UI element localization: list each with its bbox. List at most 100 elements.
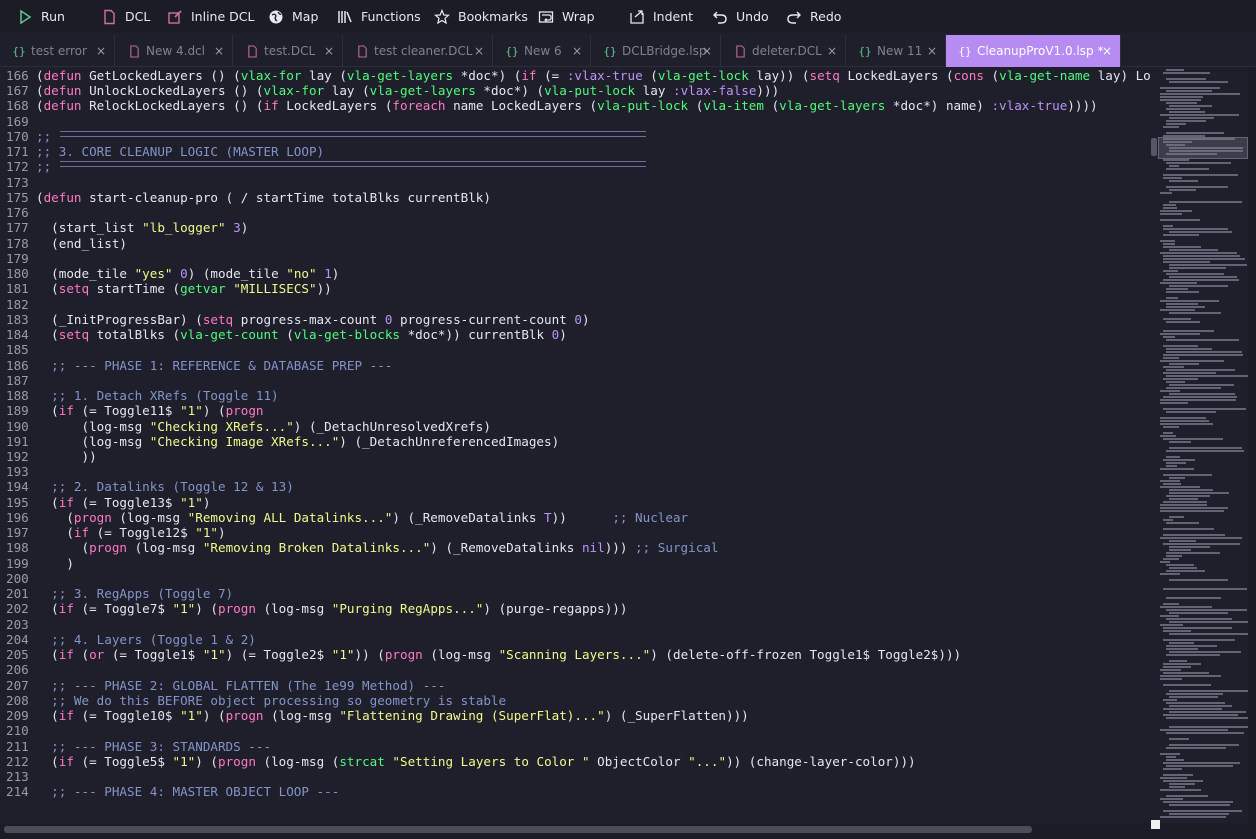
code-braces-icon: {} bbox=[12, 44, 26, 58]
code-line[interactable]: 202 (if (= Toggle7$ "1") (progn (log-msg… bbox=[0, 601, 627, 616]
code-line[interactable]: 172;; bbox=[0, 159, 59, 174]
close-icon[interactable]: × bbox=[702, 44, 712, 58]
minimap-line bbox=[1160, 798, 1183, 800]
code-line[interactable]: 199 ) bbox=[0, 556, 74, 571]
minimap-line bbox=[1163, 603, 1179, 605]
code-line[interactable]: 189 (if (= Toggle11$ "1") (progn bbox=[0, 403, 264, 418]
code-line[interactable]: 185 bbox=[0, 342, 36, 357]
code-line[interactable]: 209 (if (= Toggle10$ "1") (progn (log-ms… bbox=[0, 708, 749, 723]
code-line[interactable]: 182 bbox=[0, 297, 36, 312]
tab-test-error[interactable]: {} test error × bbox=[0, 35, 115, 67]
code-line[interactable]: 180 (mode_tile "yes" 0) (mode_tile "no" … bbox=[0, 266, 339, 281]
code-line[interactable]: 197 (if (= Toggle12$ "1") bbox=[0, 525, 226, 540]
code-line[interactable]: 195 (if (= Toggle13$ "1") bbox=[0, 495, 210, 510]
code-line[interactable]: 166 (defun GetLockedLayers () (vlax-for l… bbox=[0, 68, 1151, 83]
minimap[interactable] bbox=[1158, 67, 1248, 823]
code-line[interactable]: 207 ;; --- PHASE 2: GLOBAL FLATTEN (The … bbox=[0, 678, 445, 693]
vertical-scroll-thumb[interactable] bbox=[1151, 138, 1157, 156]
tab-new-11[interactable]: {} New 11 × bbox=[846, 35, 946, 67]
minimap-line bbox=[1163, 174, 1238, 176]
wrap-button[interactable]: Wrap bbox=[529, 0, 603, 33]
tab-dclbridge-lsp[interactable]: {} DCLBridge.lsp × bbox=[591, 35, 721, 67]
tab-test-dcl[interactable]: test.DCL × bbox=[233, 35, 343, 67]
tab-bar: {} test error × New 4.dcl × test.DCL × test cle… bbox=[0, 35, 1256, 67]
code-line[interactable]: 181 (setq startTime (getvar "MILLISECS")… bbox=[0, 281, 332, 296]
code-line[interactable]: 188 ;; 1. Detach XRefs (Toggle 11) bbox=[0, 388, 279, 403]
horizontal-scroll-thumb[interactable] bbox=[4, 826, 1032, 833]
code-line[interactable]: 194 ;; 2. Datalinks (Toggle 12 & 13) bbox=[0, 479, 294, 494]
code-line[interactable]: 201 ;; 3. RegApps (Toggle 7) bbox=[0, 586, 233, 601]
undo-button[interactable]: Undo bbox=[703, 0, 777, 33]
minimap-line bbox=[1163, 426, 1179, 428]
code-line[interactable]: 179 bbox=[0, 251, 36, 266]
code-line[interactable]: 169 bbox=[0, 114, 36, 129]
code-line[interactable]: 203 bbox=[0, 617, 36, 632]
close-icon[interactable]: × bbox=[474, 44, 484, 58]
code-line[interactable]: 176 bbox=[0, 205, 36, 220]
close-icon[interactable]: × bbox=[96, 44, 106, 58]
code-line[interactable]: 183 (_InitProgressBar) (setq progress-ma… bbox=[0, 312, 590, 327]
minimap-line bbox=[1163, 207, 1177, 209]
code-line[interactable]: 168 (defun RelockLockedLayers () (if Lock… bbox=[0, 98, 1098, 113]
minimap-line bbox=[1169, 249, 1218, 251]
close-icon[interactable]: × bbox=[214, 44, 224, 58]
code-line[interactable]: 187 bbox=[0, 373, 36, 388]
code-line[interactable]: 192 )) bbox=[0, 449, 97, 464]
code-line[interactable]: 213 bbox=[0, 769, 36, 784]
code-line[interactable]: 184 (setq totalBlks (vla-get-count (vla-… bbox=[0, 327, 567, 342]
code-line[interactable]: 171 ;; 3. CORE CLEANUP LOGIC (MASTER LOOP… bbox=[0, 144, 324, 159]
code-line[interactable]: 214 ;; --- PHASE 4: MASTER OBJECT LOOP -… bbox=[0, 784, 339, 799]
code-line[interactable]: 170;; bbox=[0, 129, 59, 144]
code-line[interactable]: 178 (end_list) bbox=[0, 236, 127, 251]
code-line[interactable]: 198 (progn (log-msg "Removing Broken Dat… bbox=[0, 540, 718, 555]
file-icon bbox=[100, 8, 118, 26]
code-line[interactable]: 191 (log-msg "Checking Image XRefs...") … bbox=[0, 434, 559, 449]
close-icon[interactable]: × bbox=[827, 44, 837, 58]
code-line[interactable]: 200 bbox=[0, 571, 36, 586]
tab-new-4-dcl[interactable]: New 4.dcl × bbox=[115, 35, 233, 67]
minimap-line bbox=[1163, 543, 1240, 545]
functions-button[interactable]: Functions bbox=[328, 0, 429, 33]
code-line[interactable]: 167 (defun UnlockLockedLayers () (vlax-fo… bbox=[0, 83, 779, 98]
close-icon[interactable]: × bbox=[324, 44, 334, 58]
minimap-line bbox=[1163, 72, 1210, 74]
toolbar-button-label: Inline DCL bbox=[191, 9, 255, 24]
run-button[interactable]: Run bbox=[8, 0, 73, 33]
tab-deleter-dcl[interactable]: deleter.DCL × bbox=[721, 35, 846, 67]
code-line[interactable]: 175 (defun start-cleanup-pro ( / startTim… bbox=[0, 190, 491, 205]
code-line[interactable]: 196 (progn (log-msg "Removing ALL Datali… bbox=[0, 510, 688, 525]
close-icon[interactable]: × bbox=[1102, 44, 1112, 58]
code-line[interactable]: 173 bbox=[0, 175, 36, 190]
code-line[interactable]: 212 (if (= Toggle5$ "1") (progn (log-msg… bbox=[0, 754, 916, 769]
minimap-line bbox=[1163, 459, 1195, 461]
vertical-scrollbar[interactable] bbox=[1248, 67, 1256, 823]
indent-button[interactable]: Indent bbox=[620, 0, 701, 33]
minimap-line bbox=[1169, 516, 1184, 518]
code-line[interactable]: 206 bbox=[0, 662, 36, 677]
inline-dcl-button[interactable]: Inline DCL bbox=[158, 0, 262, 33]
tab-cleanupprov1-0-lsp[interactable]: {} CleanupProV1.0.lsp * × bbox=[946, 35, 1121, 67]
close-icon[interactable]: × bbox=[572, 44, 582, 58]
map-button[interactable]: Map bbox=[259, 0, 326, 33]
tab-test-cleaner-dcl[interactable]: test cleaner.DCL × bbox=[343, 35, 493, 67]
bookmarks-button[interactable]: Bookmarks bbox=[425, 0, 536, 33]
code-line[interactable]: 205 (if (or (= Toggle1$ "1") (= Toggle2$… bbox=[0, 647, 961, 662]
dcl-button[interactable]: DCL bbox=[92, 0, 158, 33]
code-line[interactable]: 177 (start_list "lb_logger" 3) bbox=[0, 220, 248, 235]
tab-new-6[interactable]: {} New 6 × bbox=[493, 35, 591, 67]
line-number: 194 bbox=[6, 479, 29, 495]
line-number: 175 bbox=[6, 189, 29, 205]
code-line[interactable]: 204 ;; 4. Layers (Toggle 1 & 2) bbox=[0, 632, 256, 647]
code-line[interactable]: 190 (log-msg "Checking XRefs...") (_Deta… bbox=[0, 419, 491, 434]
line-number: 169 bbox=[6, 113, 29, 129]
redo-button[interactable]: Redo bbox=[777, 0, 849, 33]
close-icon[interactable]: × bbox=[927, 44, 937, 58]
code-line[interactable]: 211 ;; --- PHASE 3: STANDARDS --- bbox=[0, 739, 271, 754]
code-line[interactable]: 210 bbox=[0, 723, 36, 738]
code-line[interactable]: 193 bbox=[0, 464, 36, 479]
code-editor[interactable]: 166 (defun GetLockedLayers () (vlax-for l… bbox=[0, 67, 1156, 823]
code-line[interactable]: 208 ;; We do this BEFORE object processi… bbox=[0, 693, 506, 708]
minimap-line bbox=[1163, 408, 1246, 410]
code-line[interactable]: 186 ;; --- PHASE 1: REFERENCE & DATABASE… bbox=[0, 358, 392, 373]
minimap-line bbox=[1163, 243, 1175, 245]
